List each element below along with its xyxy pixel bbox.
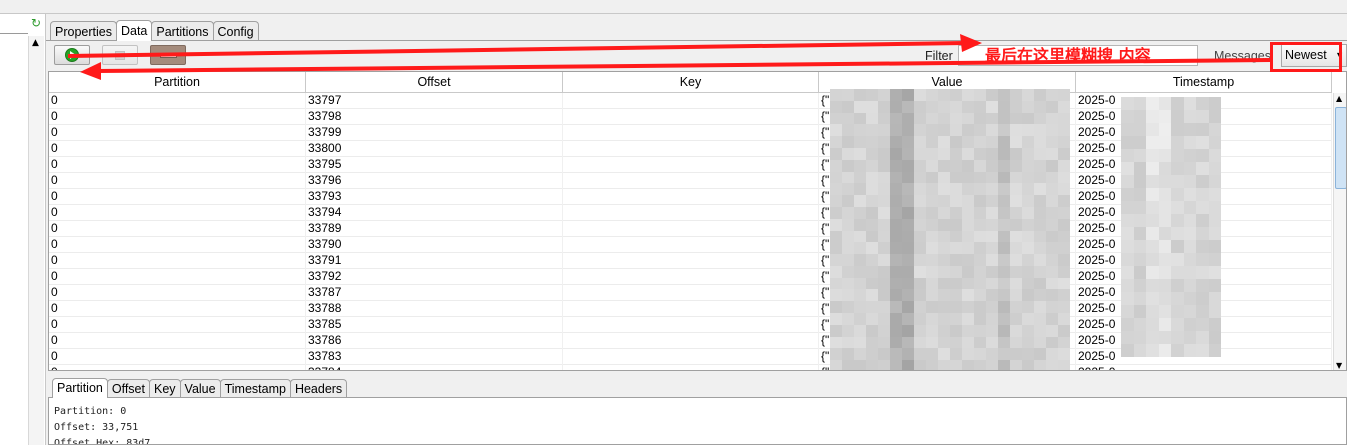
arrow-to-filter: [67, 41, 966, 58]
arrow-to-filter-head: [960, 34, 982, 52]
annotation-arrows: [67, 34, 1271, 80]
tab-data[interactable]: Data: [115, 20, 153, 41]
detail-tab-partition[interactable]: Partition: [52, 378, 108, 398]
arrow-back-head: [80, 62, 101, 80]
annotation-highlight-box: [1270, 42, 1342, 72]
annotation-text: 最后在这里模糊搜 内容: [985, 46, 1151, 65]
